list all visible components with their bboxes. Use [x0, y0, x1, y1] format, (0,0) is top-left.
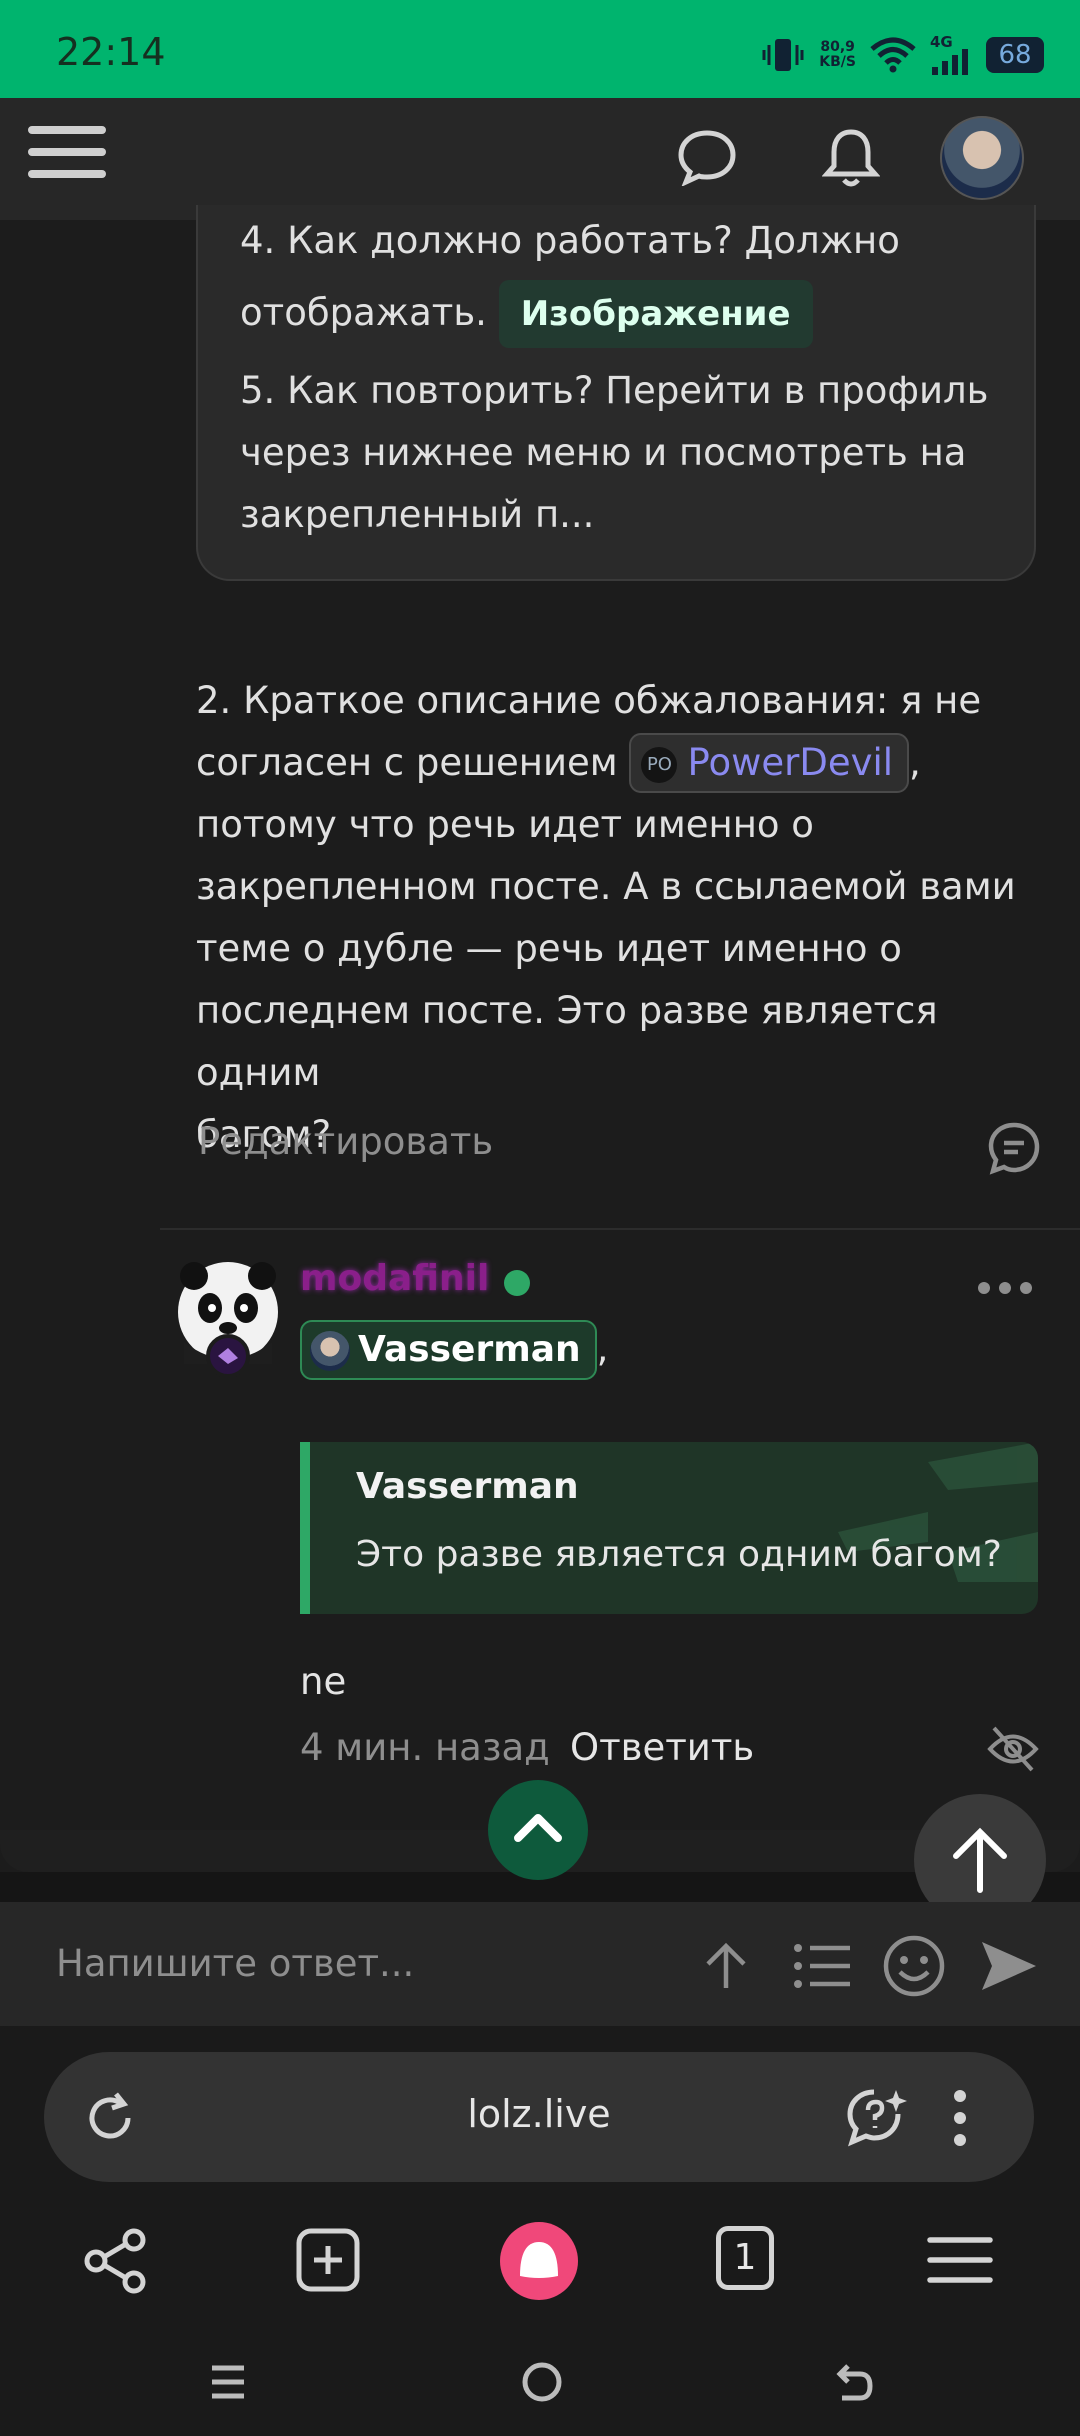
- system-status-bar: 22:14 80,9 KB/S 4G 68: [0, 0, 1080, 98]
- user-mention-powerdevil[interactable]: PO PowerDevil: [629, 733, 910, 793]
- vibrate-icon: [762, 39, 804, 71]
- ai-assistant-icon[interactable]: [844, 2084, 910, 2150]
- mini-avatar: [310, 1331, 350, 1371]
- network-type: 4G: [930, 33, 953, 51]
- quote-decoration: [838, 1442, 1038, 1582]
- report-item-4: 4. Как должно работать? Должно отображат…: [240, 210, 1030, 348]
- emoji-icon[interactable]: [882, 1934, 946, 1998]
- address-bar[interactable]: lolz.live: [44, 2052, 1034, 2182]
- online-indicator: [504, 1270, 530, 1296]
- reply-button[interactable]: Ответить: [570, 1726, 754, 1769]
- image-link[interactable]: Изображение: [498, 280, 813, 348]
- alice-icon: [520, 2242, 558, 2278]
- recent-apps-icon[interactable]: [206, 2362, 250, 2402]
- menu-button[interactable]: [28, 112, 106, 192]
- user-avatar[interactable]: [940, 116, 1024, 200]
- panda-avatar[interactable]: [176, 1260, 284, 1380]
- alice-assistant-button[interactable]: [500, 2222, 578, 2300]
- browser-menu-icon[interactable]: [950, 2088, 970, 2148]
- net-speed: 80,9 KB/S: [819, 39, 856, 70]
- upload-icon[interactable]: [698, 1938, 754, 1994]
- edit-link[interactable]: Редактировать: [198, 1120, 493, 1163]
- browser-hamburger-icon[interactable]: [926, 2234, 994, 2286]
- report-item-5: 5. Как повторить? Перейти в профиль чере…: [240, 369, 989, 536]
- send-icon[interactable]: [978, 1936, 1040, 1996]
- user-mention-vasserman[interactable]: Vasserman: [300, 1320, 597, 1380]
- divider: [160, 1228, 1080, 1230]
- reply-username[interactable]: modafinil: [300, 1258, 489, 1299]
- chat-icon[interactable]: [676, 128, 738, 186]
- chevron-up-icon: [514, 1814, 562, 1842]
- wifi-icon: [870, 37, 916, 73]
- back-icon[interactable]: [830, 2360, 874, 2404]
- status-icons: 80,9 KB/S 4G 68: [761, 32, 1044, 78]
- reply-input[interactable]: Напишите ответ...: [56, 1942, 414, 1985]
- quote-block: Vasserman Это разве является одним багом…: [300, 1442, 1038, 1614]
- bell-icon[interactable]: [822, 126, 880, 190]
- reply-time: 4 мин. назад: [300, 1726, 550, 1769]
- comment-icon[interactable]: [986, 1120, 1042, 1176]
- reply-mention-line: Vasserman,: [300, 1320, 608, 1380]
- more-icon[interactable]: [976, 1280, 1034, 1296]
- battery-indicator: 68: [986, 37, 1044, 73]
- quote-text: Это разве является одним багом?: [356, 1534, 1002, 1575]
- home-icon[interactable]: [520, 2360, 564, 2404]
- clock: 22:14: [56, 30, 166, 74]
- hide-icon[interactable]: [986, 1724, 1040, 1774]
- share-icon[interactable]: [82, 2228, 148, 2294]
- quote-author: Vasserman: [356, 1466, 579, 1507]
- appeal-description: 2. Краткое описание обжалования: я не со…: [196, 679, 1016, 1156]
- reply-composer: Напишите ответ...: [0, 1902, 1080, 2026]
- list-icon[interactable]: [792, 1938, 852, 1994]
- scroll-up-button[interactable]: [488, 1780, 588, 1880]
- signal-icon: [932, 49, 968, 75]
- cellular-signal: 4G: [930, 35, 972, 75]
- app-header: [0, 98, 1080, 220]
- new-tab-icon[interactable]: [294, 2226, 362, 2294]
- mention-badge: PO: [641, 746, 678, 783]
- reply-body: ne: [300, 1660, 347, 1703]
- tabs-button[interactable]: 1: [716, 2226, 774, 2290]
